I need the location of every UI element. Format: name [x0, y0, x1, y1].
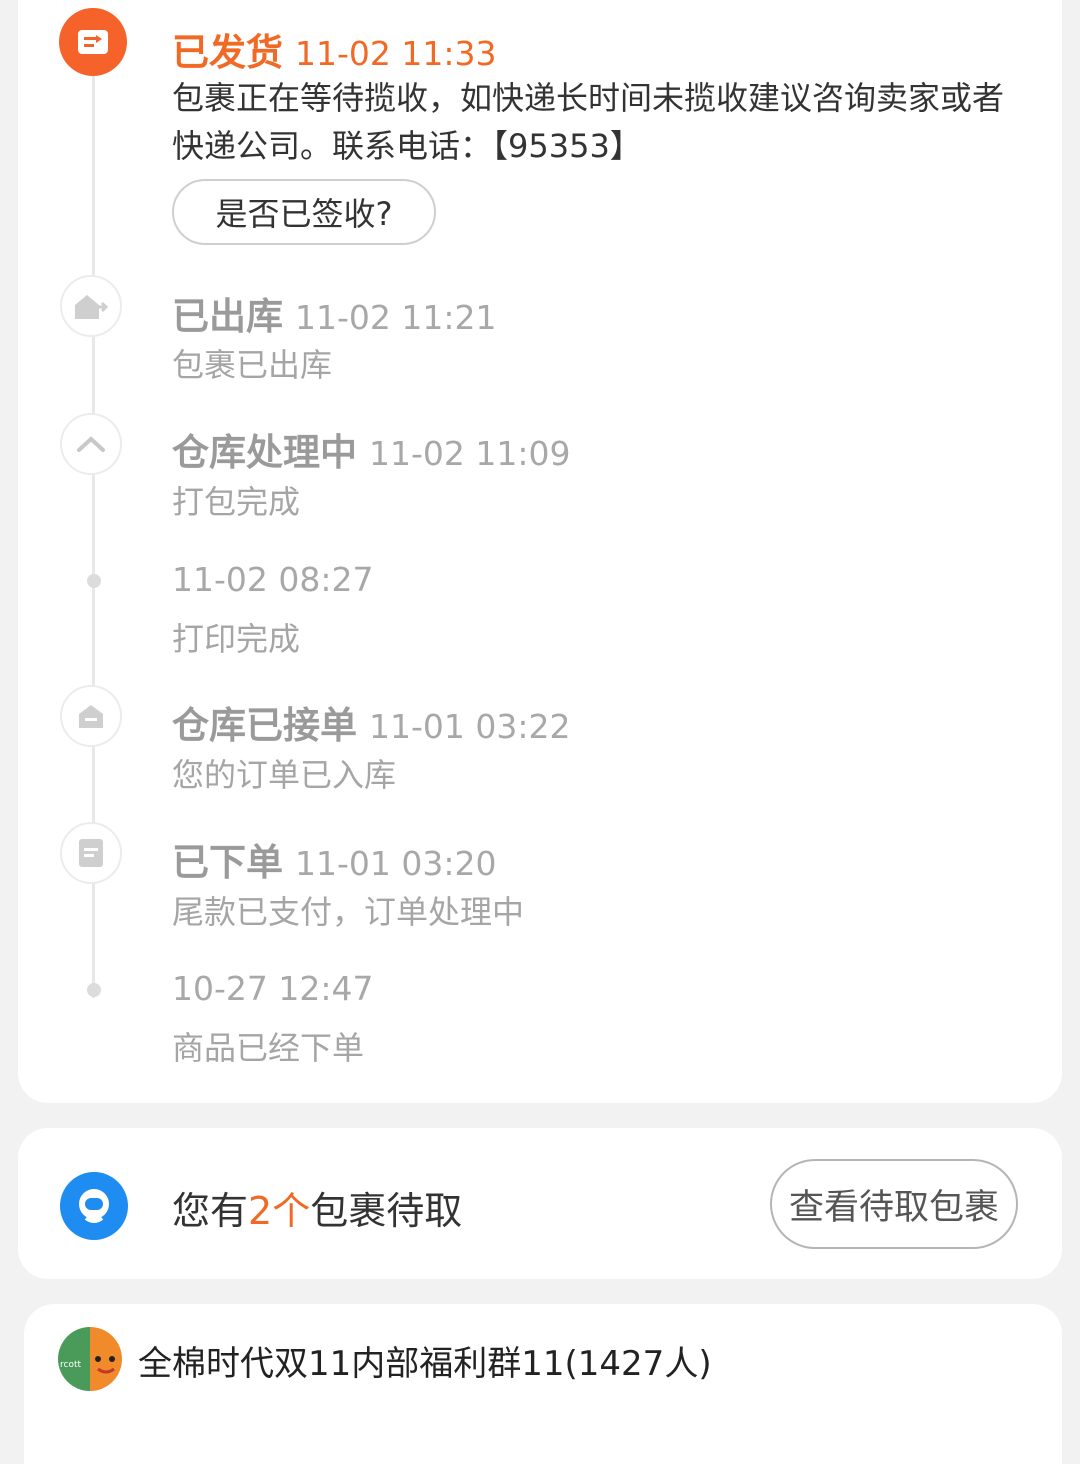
- status-label: 仓库已接单: [172, 704, 357, 747]
- status-time: 11-02 11:09: [369, 434, 571, 473]
- pickup-count: 2个: [248, 1189, 311, 1233]
- status-time: 11-02 08:27: [172, 560, 374, 599]
- status-description: 打印完成: [172, 620, 301, 658]
- group-avatar: rcott: [58, 1327, 122, 1391]
- warehouse-out-icon: [75, 295, 109, 319]
- confirm-received-button[interactable]: 是否已签收?: [172, 179, 436, 245]
- timeline-dot: [87, 983, 101, 997]
- timeline-entry-title: 仓库已接单 11-01 03:22: [172, 695, 570, 749]
- timeline-entry-title: 11-02 08:27: [172, 560, 373, 599]
- status-label: 已下单: [172, 841, 283, 884]
- shipped-status-node: [59, 8, 127, 76]
- warehouse-received-node: [60, 685, 122, 747]
- status-time: 11-01 03:22: [369, 707, 571, 746]
- timeline-entry-title: 已出库 11-02 11:21: [172, 286, 496, 340]
- status-label: 仓库处理中: [172, 431, 357, 474]
- status-time: 10-27 12:47: [172, 969, 374, 1008]
- timeline-entry-title: 已下单 11-01 03:20: [172, 832, 496, 886]
- status-description: 商品已经下单: [172, 1029, 365, 1067]
- view-pickup-button[interactable]: 查看待取包裹: [770, 1159, 1018, 1249]
- status-description: 您的订单已入库: [172, 756, 397, 794]
- status-description: 打包完成: [172, 483, 301, 521]
- processing-node: [60, 413, 122, 475]
- timeline-dot: [87, 574, 101, 588]
- status-description: 包裹已出库: [172, 346, 333, 384]
- timeline-entry-title: 10-27 12:47: [172, 969, 373, 1008]
- courier-station-icon: [60, 1172, 128, 1240]
- status-time: 11-01 03:20: [295, 844, 497, 883]
- order-document-icon: [79, 839, 103, 867]
- warehouse-icon: [79, 705, 103, 728]
- shipped-truck-icon: [78, 30, 108, 54]
- chevron-up-icon: [77, 436, 105, 452]
- status-label: 已发货: [172, 31, 283, 74]
- pickup-suffix: 包裹待取: [310, 1189, 463, 1233]
- timeline-entry-title: 仓库处理中 11-02 11:09: [172, 422, 570, 476]
- pickup-message: 您有2个包裹待取: [172, 1180, 462, 1235]
- status-description: 包裹正在等待揽收，如快递长时间未揽收建议咨询卖家或者快递公司。联系电话：【953…: [172, 79, 1005, 165]
- pickup-prefix: 您有: [172, 1189, 249, 1233]
- status-description: 尾款已支付，订单处理中: [172, 893, 525, 931]
- status-time: 11-02 11:33: [295, 34, 497, 73]
- order-placed-node: [60, 822, 122, 884]
- group-name: 全棉时代双11内部福利群11(1427人): [138, 1344, 712, 1384]
- warehouse-out-node: [60, 275, 122, 337]
- avatar-logo-text: rcott: [60, 1360, 82, 1370]
- status-time: 11-02 11:21: [295, 298, 497, 337]
- status-label: 已出库: [172, 295, 283, 338]
- timeline-entry-title: 已发货 11-02 11:33: [172, 22, 496, 76]
